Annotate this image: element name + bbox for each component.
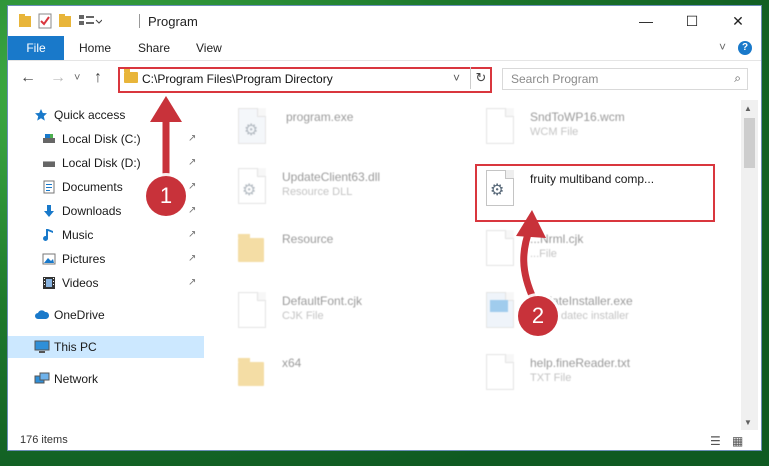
- callout-step-1: 1: [146, 176, 186, 216]
- callout-step-2: 2: [518, 296, 558, 336]
- callout-arrows: [150, 96, 546, 302]
